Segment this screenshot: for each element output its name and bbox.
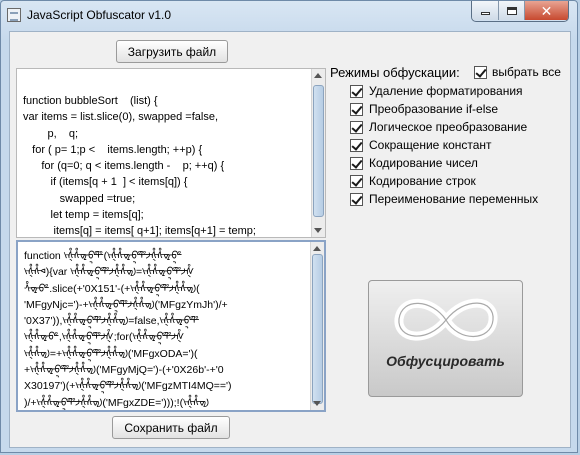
option-logical-transform[interactable]: Логическое преобразование — [350, 118, 538, 136]
select-all-checkbox[interactable]: выбрать все — [474, 65, 561, 79]
code-line: p, q; — [23, 127, 79, 140]
save-file-button[interactable]: Сохранить файл — [112, 416, 230, 439]
obfuscate-button[interactable]: Обфусцировать — [368, 280, 523, 397]
scroll-thumb[interactable] — [312, 254, 323, 404]
checkbox-checked-icon[interactable] — [350, 102, 363, 116]
code-line: X30197')(+ᢣᢤᢥᢦᢧᢨᢩᢪᢣᢤᢥᢦᢧ('MFgzMTI4MQ==') — [24, 380, 232, 393]
minimize-button[interactable] — [472, 1, 498, 20]
code-line: ᢥᢦᢧᢨ.slice(+'0X151'-(+ᢣᢤᢥᢦᢧᢨᢩᢪᢣᢤᢥᢦᢧ( — [24, 282, 200, 295]
code-line: ᢣᢤᢥᢦ){var ᢣᢤᢥᢦᢧᢨᢩᢪᢣᢤᢥᢦᢧ=ᢣᢤᢥᢦᢧᢨᢩᢪᢣᢤ — [24, 266, 195, 279]
code-line: items[q] = items[ q+1]; items[q+1] = tem… — [23, 225, 256, 238]
option-label: Логическое преобразование — [369, 120, 528, 134]
obfuscated-scrollbar[interactable] — [310, 242, 324, 410]
close-button[interactable]: ✕ — [524, 1, 568, 20]
option-label: Переименование переменных — [369, 192, 539, 206]
minimize-icon — [480, 12, 490, 15]
source-code-text: function bubbleSort (list) { var items = … — [23, 93, 307, 238]
source-scrollbar[interactable] — [311, 69, 325, 237]
code-line: '0X37')),ᢣᢤᢥᢦᢧᢨᢩᢪᢣᢤᢥᢦᢧ=false,ᢣᢤᢥᢦᢧᢨᢩᢪ — [24, 315, 200, 328]
option-number-encoding[interactable]: Кодирование чисел — [350, 154, 538, 172]
code-line: swapped =true; — [23, 192, 136, 205]
maximize-button[interactable] — [498, 1, 524, 20]
checkbox-checked-icon[interactable] — [474, 65, 487, 79]
option-label: Преобразование if-else — [369, 102, 499, 116]
scroll-down-icon[interactable] — [313, 401, 321, 406]
option-string-encoding[interactable]: Кодирование строк — [350, 172, 538, 190]
app-window: JavaScript Obfuscator v1.0 ✕ Загрузить ф… — [0, 0, 578, 453]
option-variable-renaming[interactable]: Переименование переменных — [350, 190, 538, 208]
scroll-up-icon[interactable] — [313, 246, 321, 251]
option-label: Кодирование чисел — [369, 156, 478, 170]
source-code-textarea[interactable]: function bubbleSort (list) { var items = … — [16, 68, 326, 238]
scroll-up-icon[interactable] — [314, 73, 322, 78]
obfuscate-label: Обфусцировать — [386, 353, 505, 369]
code-line: let temp = items[q]; — [23, 209, 144, 222]
option-constant-reduction[interactable]: Сокращение констант — [350, 136, 538, 154]
main-panel: Загрузить файл function bubbleSort (list… — [9, 31, 571, 448]
code-line: ᢣᢤᢥᢦᢧᢨ,ᢣᢤᢥᢦᢧᢨᢩᢪᢣᢤ;for(ᢣᢤᢥᢦᢧᢨᢩᢪᢣᢤ — [24, 331, 185, 344]
option-if-else-transform[interactable]: Преобразование if-else — [350, 100, 538, 118]
select-all-label: выбрать все — [492, 65, 561, 79]
close-icon: ✕ — [540, 2, 553, 19]
code-line: ᢣᢤᢥᢦᢧ=+ᢣᢤᢥᢦᢧᢨᢩᢪᢣᢤᢥᢦᢧ('MFgxODA=')( — [24, 347, 198, 360]
code-line: for (q=0; q < items.length - p; ++q) { — [23, 160, 225, 173]
option-label: Кодирование строк — [369, 174, 476, 188]
checkbox-checked-icon[interactable] — [350, 84, 363, 98]
app-window-icon — [7, 8, 21, 22]
obfuscated-code-text: function ᢣᢤᢥᢦᢧᢨᢩᢪ(ᢣᢤᢥᢦᢧᢨᢩᢪᢣᢤᢥᢦᢧᢨᢩ ᢣᢤᢥᢦ){v… — [24, 248, 306, 410]
code-line: var items = list.slice(0), swapped =fals… — [23, 111, 219, 124]
option-label: Удаление форматирования — [369, 84, 523, 98]
knot-icon — [394, 298, 498, 341]
window-controls: ✕ — [471, 1, 569, 22]
obfuscated-code-textarea[interactable]: function ᢣᢤᢥᢦᢧᢨᢩᢪ(ᢣᢤᢥᢦᢧᢨᢩᢪᢣᢤᢥᢦᢧᢨᢩ ᢣᢤᢥᢦ){v… — [16, 240, 326, 412]
scroll-down-icon[interactable] — [314, 228, 322, 233]
code-line: function bubbleSort (list) { — [23, 95, 158, 107]
window-title: JavaScript Obfuscator v1.0 — [27, 8, 172, 22]
option-remove-formatting[interactable]: Удаление форматирования — [350, 82, 538, 100]
load-file-button[interactable]: Загрузить файл — [116, 40, 228, 63]
option-label: Сокращение констант — [369, 138, 492, 152]
code-line: )/+ᢣᢤᢥᢦᢧᢨᢩᢪᢣᢤᢥᢦᢧ('MFgxZDE=')));!(ᢣᢤᢥᢦᢧ — [24, 396, 209, 409]
title-bar[interactable]: JavaScript Obfuscator v1.0 ✕ — [1, 1, 577, 29]
checkbox-checked-icon[interactable] — [350, 192, 363, 206]
code-line: for ( p= 1;p < items.length; ++p) { — [23, 143, 203, 156]
checkbox-checked-icon[interactable] — [350, 174, 363, 188]
scroll-thumb[interactable] — [313, 85, 324, 217]
maximize-icon — [506, 6, 517, 15]
checkbox-checked-icon[interactable] — [350, 156, 363, 170]
code-line: 'MFgyNjc=')-+ᢣᢤᢥᢦᢧᢨᢩᢪᢣᢤᢥᢦᢧ('MFgzYmJh')/+ — [24, 298, 228, 311]
code-line: if (items[q + 1 ] < items[q]) { — [23, 176, 188, 189]
code-line: function ᢣᢤᢥᢦᢧᢨᢩᢪ(ᢣᢤᢥᢦᢧᢨᢩᢪᢣᢤᢥᢦᢧᢨᢩ — [24, 250, 182, 262]
mode-options-list: Удаление форматирования Преобразование i… — [350, 82, 538, 208]
modes-title: Режимы обфускации: — [330, 65, 460, 80]
checkbox-checked-icon[interactable] — [350, 138, 363, 152]
code-line: +ᢣᢤᢥᢦᢧᢨᢩᢪᢣᢤᢥᢦᢧ('MFgyMjQ=')-(+'0X26b'-+'0 — [24, 364, 224, 377]
checkbox-checked-icon[interactable] — [350, 120, 363, 134]
